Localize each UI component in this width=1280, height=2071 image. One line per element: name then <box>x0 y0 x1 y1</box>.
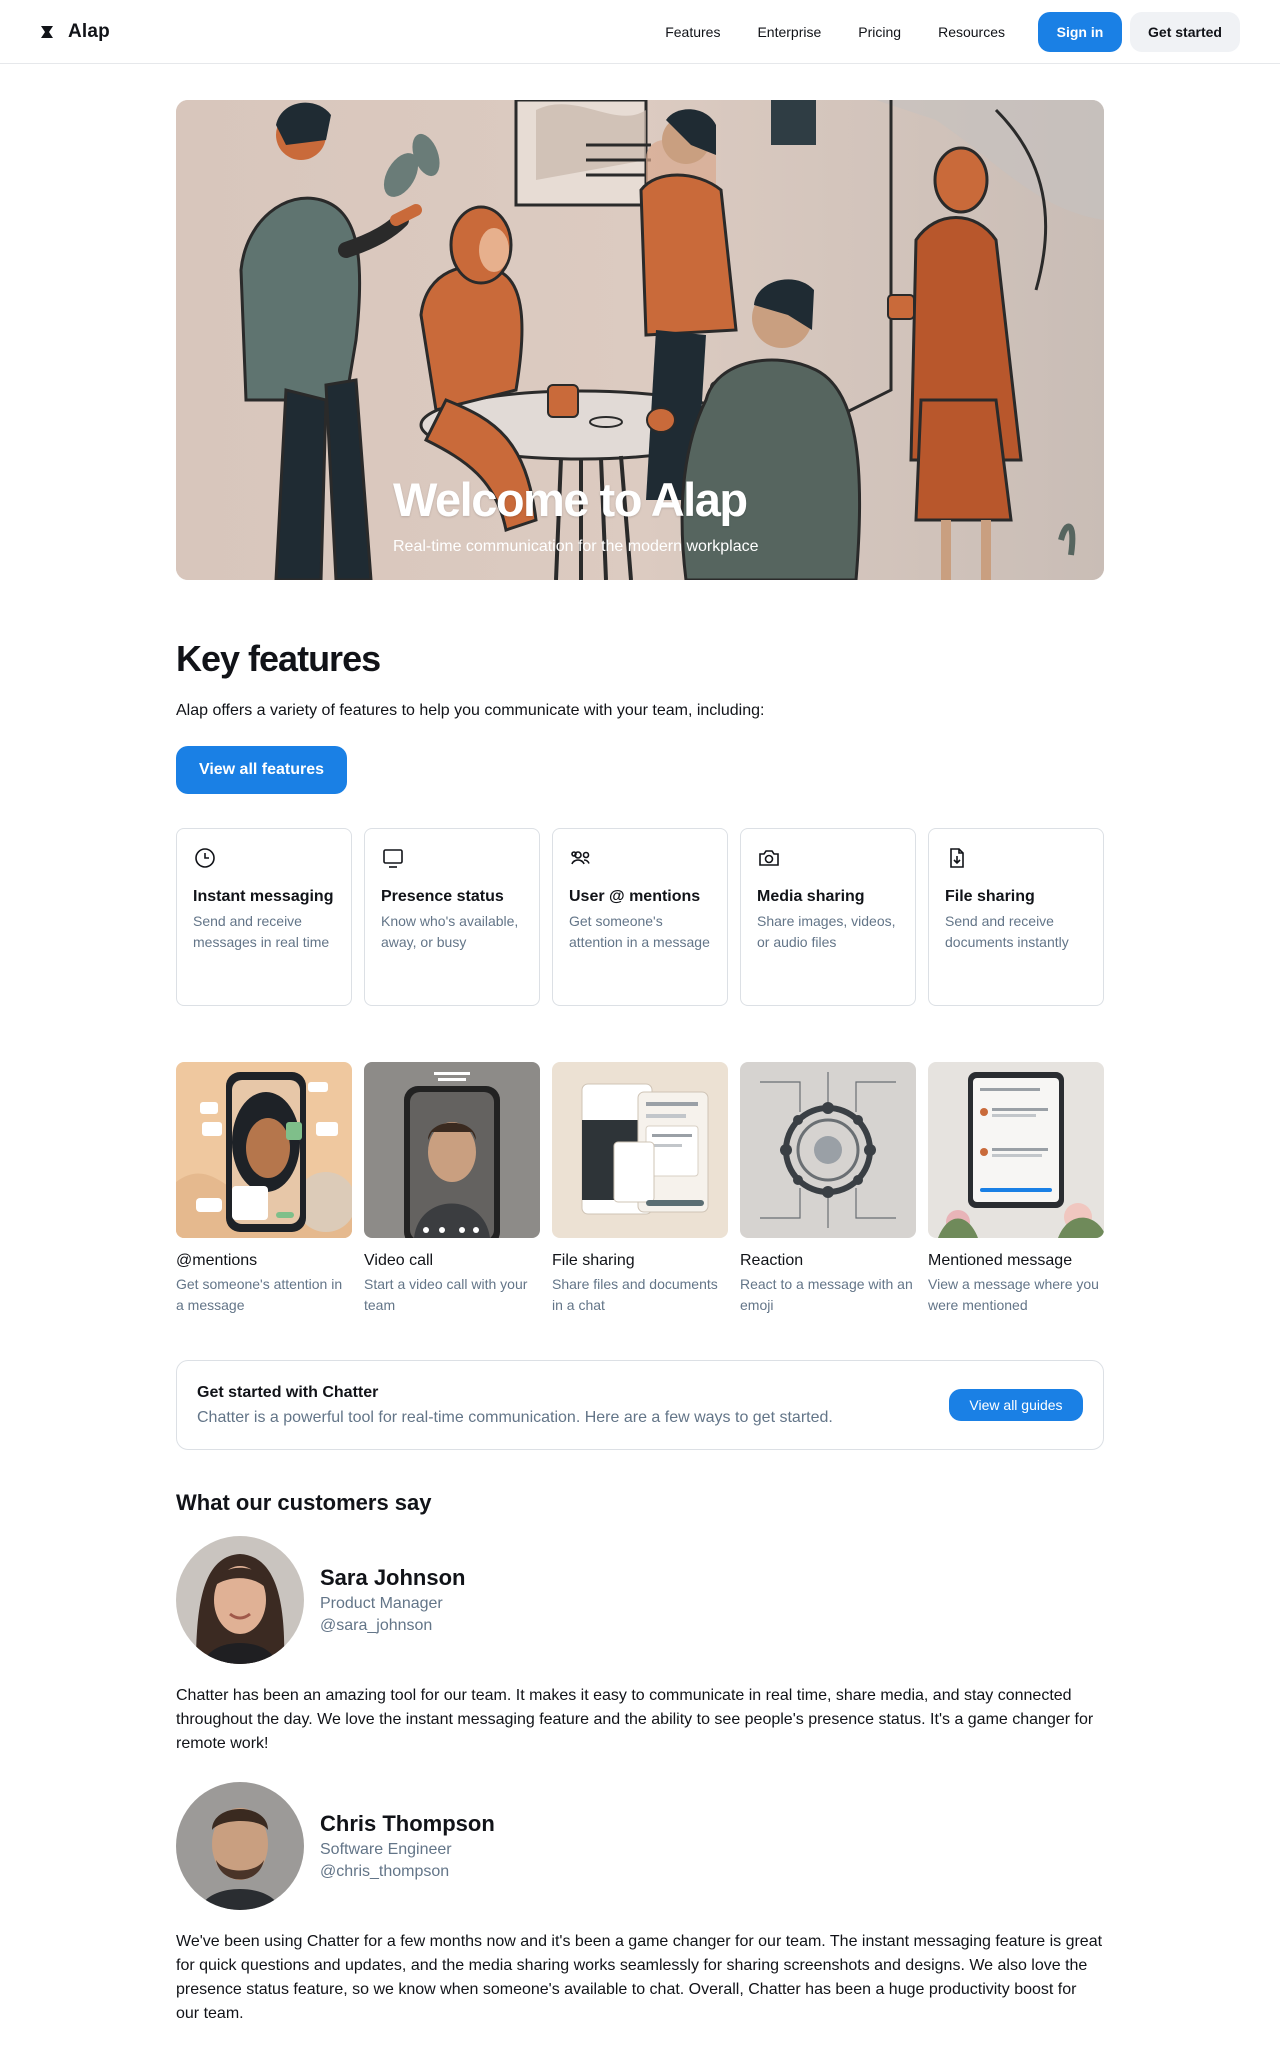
sign-in-button[interactable]: Sign in <box>1038 11 1122 52</box>
hero-banner: Welcome to Alap Real-time communication … <box>176 100 1104 580</box>
media-card-file-sharing[interactable]: File sharing Share files and documents i… <box>552 1062 728 1316</box>
feature-card-presence-status[interactable]: Presence status Know who's available, aw… <box>364 828 540 1006</box>
avatar <box>176 1782 304 1910</box>
feature-desc: Send and receive documents instantly <box>945 913 1069 950</box>
get-started-button[interactable]: Get started <box>1130 11 1240 52</box>
mentions-image <box>176 1062 352 1238</box>
main-nav: Features Enterprise Pricing Resources Si… <box>665 11 1240 52</box>
clock-icon <box>195 848 215 868</box>
feature-desc: Send and receive messages in real time <box>193 913 330 950</box>
testimonial-handle[interactable]: @sara_johnson <box>320 1617 465 1635</box>
file-sharing-image <box>552 1062 728 1238</box>
feature-title: Instant messaging <box>193 888 334 905</box>
mentioned-message-image <box>928 1062 1104 1238</box>
nav-enterprise[interactable]: Enterprise <box>757 24 821 40</box>
feature-title: File sharing <box>945 888 1035 905</box>
media-desc: View a message where you were mentioned <box>928 1276 1099 1313</box>
testimonial-handle[interactable]: @chris_thompson <box>320 1863 495 1881</box>
view-all-guides-button[interactable]: View all guides <box>949 1389 1083 1421</box>
testimonial: Chris Thompson Software Engineer @chris_… <box>176 1782 1104 2026</box>
media-card-video-call[interactable]: Video call Start a video call with your … <box>364 1062 540 1316</box>
media-desc: React to a message with an emoji <box>740 1276 913 1313</box>
top-header: Alap Features Enterprise Pricing Resourc… <box>0 0 1280 64</box>
brand-logo[interactable]: Alap <box>40 21 110 43</box>
file-download-icon <box>950 848 964 868</box>
nav-resources[interactable]: Resources <box>938 24 1005 40</box>
media-title: File sharing <box>552 1252 635 1269</box>
testimonial-role: Product Manager <box>320 1595 443 1612</box>
feature-card-instant-messaging[interactable]: Instant messaging Send and receive messa… <box>176 828 352 1006</box>
logo-icon <box>41 25 53 38</box>
nav-pricing[interactable]: Pricing <box>858 24 901 40</box>
testimonial-quote: We've been using Chatter for a few month… <box>176 1933 1103 2022</box>
key-features-description: Alap offers a variety of features to hel… <box>176 702 765 719</box>
media-title: Video call <box>364 1252 434 1269</box>
feature-desc: Share images, videos, or audio files <box>757 913 896 950</box>
avatar <box>176 1536 304 1664</box>
feature-title: Presence status <box>381 888 504 905</box>
video-call-image <box>364 1062 540 1238</box>
media-title: @mentions <box>176 1252 258 1269</box>
feature-desc: Know who's available, away, or busy <box>381 913 519 950</box>
testimonial-name: Chris Thompson <box>320 1811 495 1836</box>
brand-name: Alap <box>68 20 110 42</box>
feature-card-file-sharing[interactable]: File sharing Send and receive documents … <box>928 828 1104 1006</box>
key-features-title: Key features <box>176 638 381 679</box>
get-started-title: Get started with Chatter <box>197 1383 379 1401</box>
get-started-box: Get started with Chatter Chatter is a po… <box>176 1360 1104 1450</box>
camera-icon <box>759 850 779 866</box>
hero-title: Welcome to Alap <box>393 473 748 526</box>
monitor-icon <box>383 849 403 868</box>
testimonial-role: Software Engineer <box>320 1841 452 1858</box>
main-content: Welcome to Alap Real-time communication … <box>176 100 1104 2026</box>
feature-title: Media sharing <box>757 888 865 905</box>
get-started-subtitle: Chatter is a powerful tool for real-time… <box>197 1408 833 1426</box>
media-title: Reaction <box>740 1252 804 1269</box>
media-card-mentioned-message[interactable]: Mentioned message View a message where y… <box>928 1062 1104 1316</box>
view-all-features-button[interactable]: View all features <box>176 746 347 794</box>
feature-card-media-sharing[interactable]: Media sharing Share images, videos, or a… <box>740 828 916 1006</box>
media-cards: @mentions Get someone's attention in a m… <box>176 1062 1104 1316</box>
nav-features[interactable]: Features <box>665 24 720 40</box>
users-icon <box>571 851 590 865</box>
media-card-mentions[interactable]: @mentions Get someone's attention in a m… <box>176 1062 352 1316</box>
feature-card-user-mentions[interactable]: User @ mentions Get someone's attention … <box>552 828 728 1006</box>
media-title: Mentioned message <box>928 1252 1073 1269</box>
hero-subtitle: Real-time communication for the modern w… <box>393 538 759 555</box>
testimonials-title: What our customers say <box>176 1490 432 1515</box>
feature-title: User @ mentions <box>569 888 701 905</box>
feature-cards: Instant messaging Send and receive messa… <box>176 828 1104 1006</box>
testimonial-quote: Chatter has been an amazing tool for our… <box>176 1687 1094 1752</box>
testimonial: Sara Johnson Product Manager @sara_johns… <box>176 1536 1104 1756</box>
media-desc: Get someone's attention in a message <box>176 1276 343 1313</box>
media-desc: Share files and documents in a chat <box>552 1276 718 1313</box>
media-card-reaction[interactable]: Reaction React to a message with an emoj… <box>740 1062 916 1316</box>
reaction-image <box>740 1062 916 1238</box>
media-desc: Start a video call with your team <box>364 1276 528 1313</box>
testimonial-name: Sara Johnson <box>320 1565 466 1590</box>
feature-desc: Get someone's attention in a message <box>569 913 710 950</box>
